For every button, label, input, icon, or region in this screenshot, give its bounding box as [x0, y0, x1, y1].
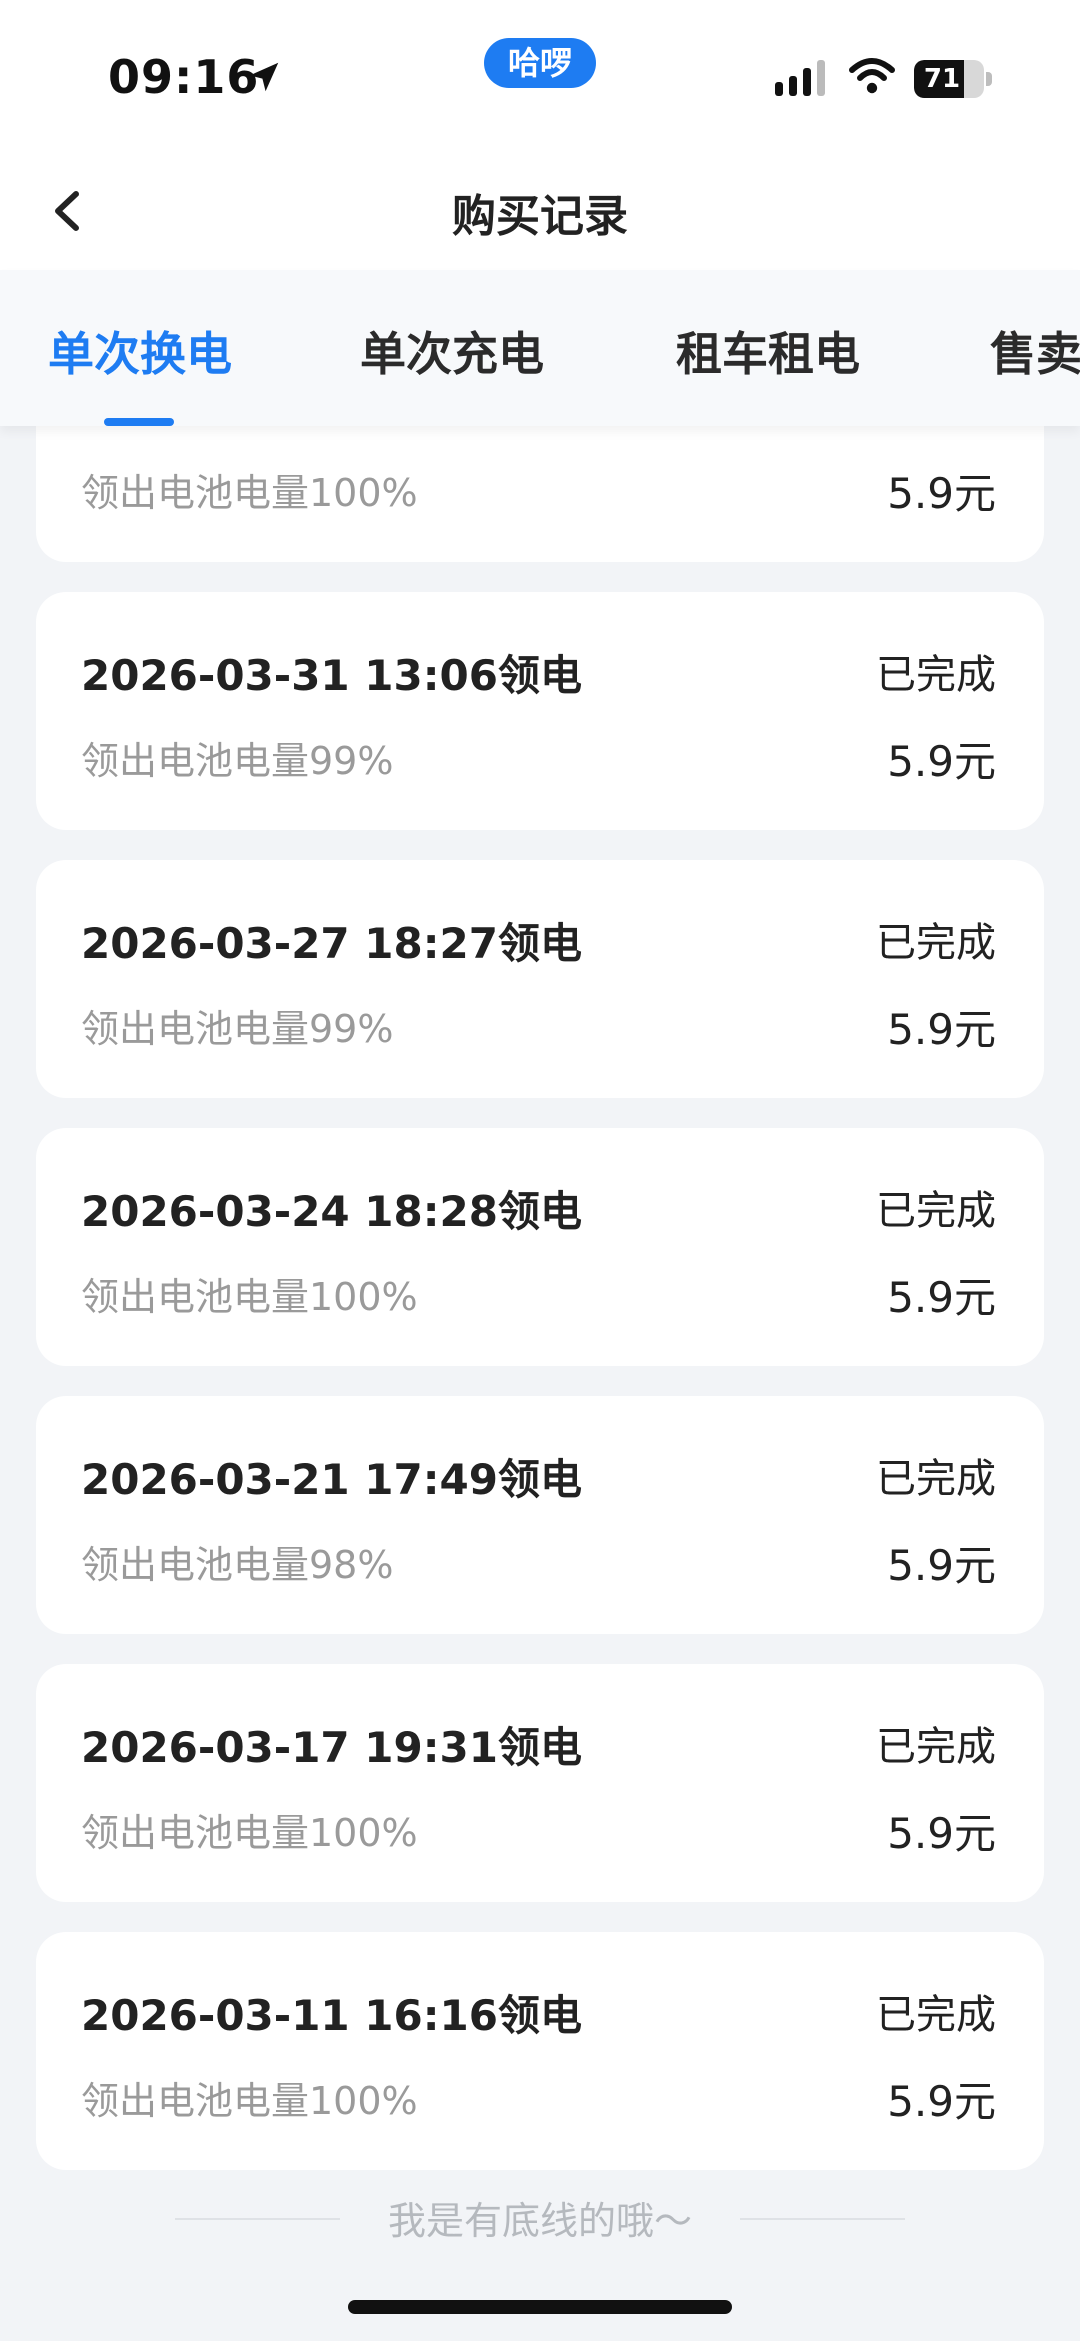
tab-single-charge[interactable]: 单次充电: [360, 318, 544, 384]
wifi-icon: [849, 58, 895, 94]
battery-nub: [986, 72, 992, 86]
home-indicator[interactable]: [348, 2300, 732, 2314]
record-price: 5.9元: [887, 2077, 996, 2126]
active-tab-indicator: [104, 418, 174, 426]
record-card[interactable]: 2026-03-24 18:28领电 已完成 领出电池电量100% 5.9元: [36, 1128, 1044, 1366]
record-battery-level: 领出电池电量98%: [81, 1543, 394, 1587]
record-status: 已完成: [876, 1724, 996, 1770]
record-title: 2026-03-31 13:06领电: [81, 651, 582, 700]
record-battery-level: 领出电池电量100%: [81, 1811, 418, 1855]
nav-bar: 购买记录: [0, 150, 1080, 270]
signal-icon: [775, 60, 825, 96]
record-battery-level: 领出电池电量99%: [81, 1007, 394, 1051]
record-title: 2026-03-17 19:31领电: [81, 1723, 582, 1772]
records-list[interactable]: 领出电池电量100% 5.9元 2026-03-31 13:06领电 已完成 领…: [0, 426, 1080, 2341]
record-status: 已完成: [876, 1992, 996, 2038]
record-title: 2026-03-21 17:49领电: [81, 1455, 582, 1504]
record-price: 5.9元: [887, 1809, 996, 1858]
record-card[interactable]: 2026-03-11 16:16领电 已完成 领出电池电量100% 5.9元: [36, 1932, 1044, 2170]
record-price: 5.9元: [887, 737, 996, 786]
record-status: 已完成: [876, 920, 996, 966]
page-title: 购买记录: [452, 191, 628, 242]
record-price: 5.9元: [887, 1541, 996, 1590]
record-status: 已完成: [876, 652, 996, 698]
tab-sales[interactable]: 售卖: [990, 318, 1080, 384]
app-badge[interactable]: 哈啰: [484, 38, 596, 88]
record-title: 2026-03-24 18:28领电: [81, 1187, 582, 1236]
record-battery-level: 领出电池电量100%: [81, 1275, 418, 1319]
battery-icon: 71: [914, 60, 984, 98]
record-card[interactable]: 2026-03-27 18:27领电 已完成 领出电池电量99% 5.9元: [36, 860, 1044, 1098]
tab-rental[interactable]: 租车租电: [676, 318, 860, 384]
status-time: 09:16: [108, 50, 260, 104]
record-card[interactable]: 领出电池电量100% 5.9元: [36, 426, 1044, 562]
record-battery-level: 领出电池电量100%: [81, 2079, 418, 2123]
list-end-footer: 我是有底线的哦～: [0, 2190, 1080, 2250]
status-bar: 09:16 哈啰 71: [0, 0, 1080, 150]
record-card[interactable]: 2026-03-31 13:06领电 已完成 领出电池电量99% 5.9元: [36, 592, 1044, 830]
record-battery-level: 领出电池电量99%: [81, 739, 394, 783]
record-title: 2026-03-11 16:16领电: [81, 1991, 582, 2040]
tab-single-swap[interactable]: 单次换电: [48, 318, 232, 384]
record-card[interactable]: 2026-03-17 19:31领电 已完成 领出电池电量100% 5.9元: [36, 1664, 1044, 1902]
location-arrow-icon: [249, 62, 279, 92]
tab-bar: 单次换电 单次充电 租车租电 售卖: [0, 270, 1080, 426]
record-price: 5.9元: [887, 1273, 996, 1322]
record-status: 已完成: [876, 1188, 996, 1234]
record-title: 2026-03-27 18:27领电: [81, 919, 582, 968]
record-battery-level: 领出电池电量100%: [81, 471, 418, 515]
record-price: 5.9元: [887, 1005, 996, 1054]
battery-level: 71: [923, 64, 961, 94]
footer-text: 我是有底线的哦～: [387, 2199, 692, 2243]
record-price: 5.9元: [887, 469, 996, 518]
record-card[interactable]: 2026-03-21 17:49领电 已完成 领出电池电量98% 5.9元: [36, 1396, 1044, 1634]
record-status: 已完成: [876, 1456, 996, 1502]
